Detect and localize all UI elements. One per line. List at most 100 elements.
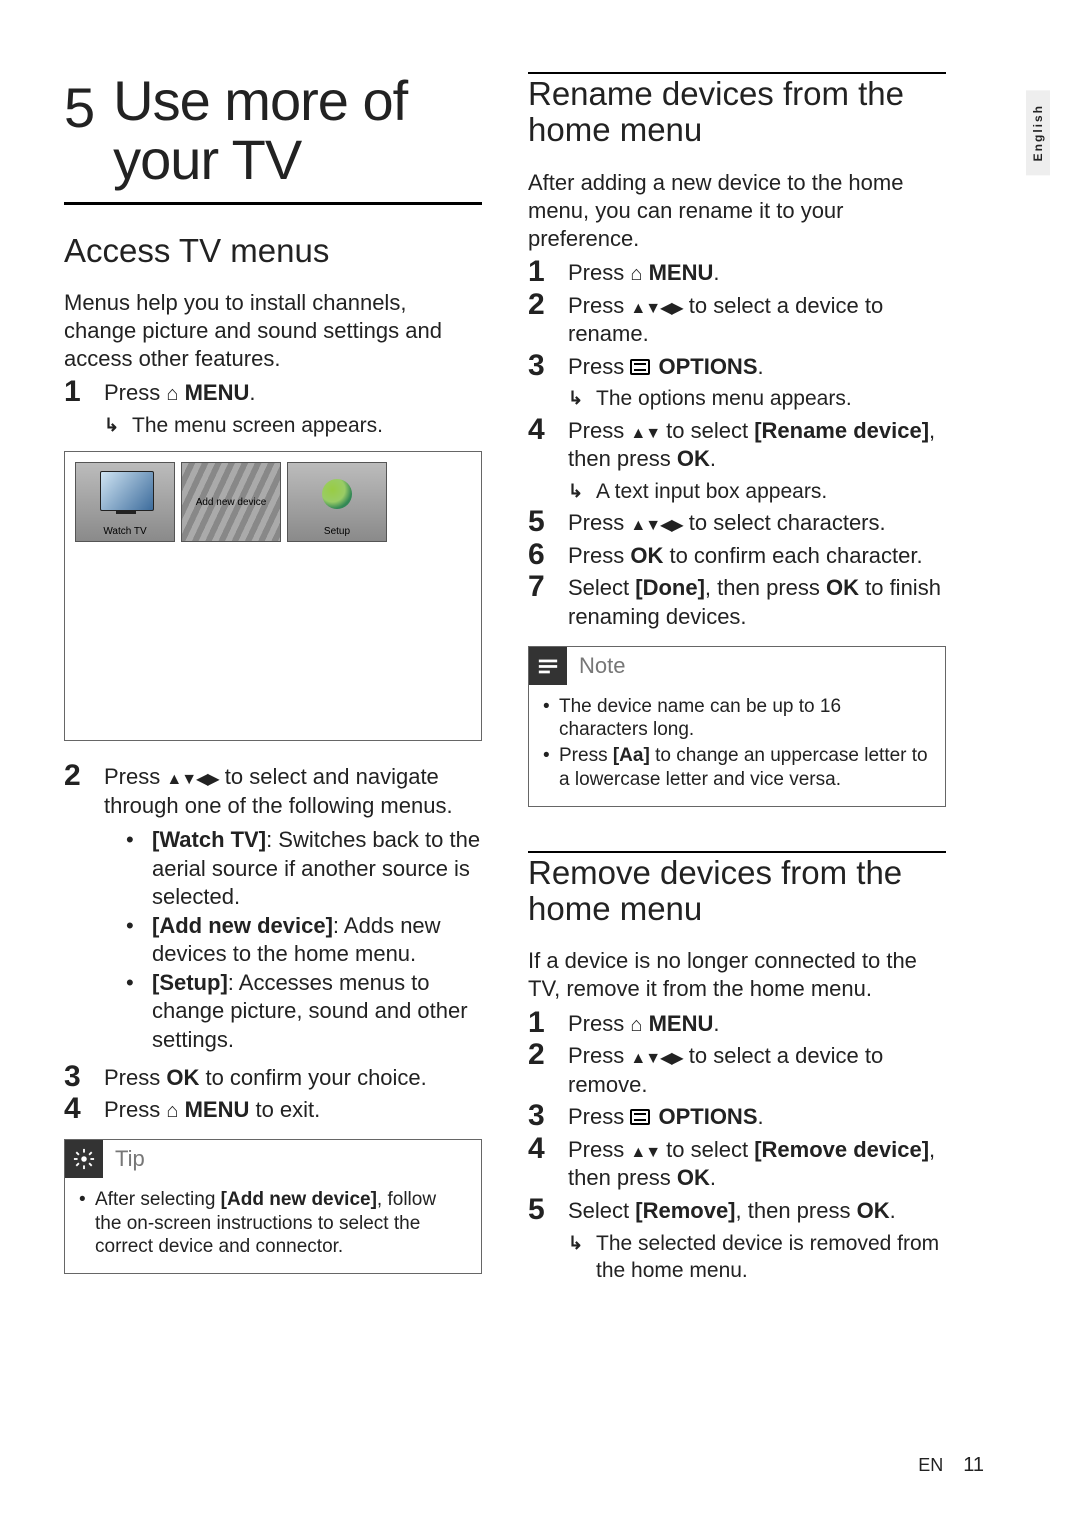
step-text: Press: [568, 543, 630, 568]
step-1: 1 Press MENU. The menu screen appears.: [64, 379, 482, 439]
options-icon: [630, 359, 650, 375]
period: .: [710, 446, 716, 471]
option-label: [Done]: [635, 575, 705, 600]
step-text: Press: [568, 418, 630, 443]
step-5: 5 Press to select characters.: [528, 509, 946, 538]
period: .: [249, 380, 255, 405]
nav-updown-icon: [630, 1137, 660, 1162]
nav-updown-icon: [630, 418, 660, 443]
tile-setup: Setup: [287, 462, 387, 542]
page-number: 11: [963, 1454, 984, 1477]
step-text: , then press: [736, 1198, 857, 1223]
tv-menu-illustration: Watch TV Add new device Setup: [64, 451, 482, 741]
step-4: 4 Press to select [Remove device], then …: [528, 1136, 946, 1193]
chapter-heading: 5 Use more of your TV: [64, 72, 482, 205]
ok-label: OK: [857, 1198, 890, 1223]
period: .: [758, 1104, 764, 1129]
step-number: 2: [528, 290, 568, 320]
note-item: Press [Aa] to change an uppercase letter…: [543, 744, 931, 792]
period: .: [713, 1011, 719, 1036]
step-result: A text input box appears.: [596, 478, 946, 505]
step-number: 2: [64, 761, 104, 791]
tile-label: Add new device: [182, 497, 280, 508]
option-label: [Remove device]: [754, 1137, 929, 1162]
options-icon: [630, 1109, 650, 1125]
step-result: The selected device is removed from the …: [596, 1230, 946, 1285]
step-text: Press: [568, 1104, 630, 1129]
step-text: to confirm your choice.: [199, 1065, 426, 1090]
home-icon: [166, 1097, 178, 1122]
callout-header: Tip: [65, 1140, 481, 1178]
nav-arrows-icon: [630, 510, 682, 535]
step-text: to confirm each character.: [663, 543, 922, 568]
list-item: [Watch TV]: Switches back to the aerial …: [126, 826, 482, 910]
note-body: The device name can be up to 16 characte…: [529, 685, 945, 806]
ok-label: OK: [677, 446, 710, 471]
two-column-layout: 5 Use more of your TV Access TV menus Me…: [64, 72, 984, 1288]
step-result: The options menu appears.: [596, 385, 946, 412]
ok-label: OK: [630, 543, 663, 568]
section-title-access: Access TV menus: [64, 233, 482, 269]
left-column: 5 Use more of your TV Access TV menus Me…: [64, 72, 482, 1288]
step-number: 4: [528, 1134, 568, 1164]
page-footer: EN 11: [918, 1454, 984, 1477]
footer-lang: EN: [918, 1455, 943, 1476]
period: .: [890, 1198, 896, 1223]
tile-label: Watch TV: [76, 526, 174, 537]
result-arrow-icon: [568, 1232, 596, 1255]
tip-icon: [65, 1140, 103, 1178]
step-text: Press: [568, 260, 630, 285]
home-icon: [630, 260, 642, 285]
step-text: Press: [104, 764, 166, 789]
step-result: The menu screen appears.: [132, 412, 482, 439]
nav-arrows-icon: [630, 293, 682, 318]
step-text: Press: [568, 354, 630, 379]
language-tab: English: [1026, 90, 1050, 175]
step-text: Press: [568, 1137, 630, 1162]
section-title-rename: Rename devices from the home menu: [528, 76, 946, 149]
menu-label: MENU: [649, 1011, 714, 1036]
step-number: 1: [64, 377, 104, 407]
home-icon: [630, 1011, 642, 1036]
tv-stand-icon: [116, 511, 136, 514]
ok-label: OK: [677, 1165, 710, 1190]
step-number: 1: [528, 1008, 568, 1038]
note-item: The device name can be up to 16 characte…: [543, 695, 931, 743]
step-text: to select: [660, 1137, 754, 1162]
step-text: Press: [568, 1043, 630, 1068]
step-number: 5: [528, 507, 568, 537]
step-1: 1 Press MENU.: [528, 259, 946, 288]
nav-arrows-icon: [630, 1043, 682, 1068]
period: .: [758, 354, 764, 379]
tv-screen-icon: [100, 471, 154, 511]
tile-watch-tv: Watch TV: [75, 462, 175, 542]
ok-label: OK: [166, 1065, 199, 1090]
tip-body: After selecting [Add new device], follow…: [65, 1178, 481, 1273]
tip-callout: Tip After selecting [Add new device], fo…: [64, 1139, 482, 1274]
option-label: [Remove]: [635, 1198, 735, 1223]
tip-label: Tip: [103, 1145, 145, 1173]
section-rule: [528, 72, 946, 74]
home-icon: [166, 380, 178, 405]
ok-label: OK: [826, 575, 859, 600]
options-label: OPTIONS: [658, 354, 757, 379]
step-text: to exit.: [249, 1097, 320, 1122]
list-item: [Setup]: Accesses menus to change pictur…: [126, 969, 482, 1053]
gear-icon: [322, 479, 352, 509]
note-icon: [529, 647, 567, 685]
bullet-label: [Setup]: [152, 970, 228, 995]
intro-paragraph: If a device is no longer connected to th…: [528, 947, 946, 1003]
step-text: Select: [568, 1198, 635, 1223]
intro-paragraph: Menus help you to install channels, chan…: [64, 289, 482, 373]
step-text: Press: [568, 293, 630, 318]
note-text: The device name can be up to 16 characte…: [559, 695, 931, 743]
note-callout: Note The device name can be up to 16 cha…: [528, 646, 946, 807]
step-text: Press: [568, 1011, 630, 1036]
step-text: Press: [568, 510, 630, 535]
step-number: 3: [64, 1062, 104, 1092]
menu-label: MENU: [185, 380, 250, 405]
result-arrow-icon: [104, 414, 132, 437]
step-text: Press: [104, 1097, 166, 1122]
step-text: to select characters.: [683, 510, 886, 535]
step-number: 4: [528, 415, 568, 445]
